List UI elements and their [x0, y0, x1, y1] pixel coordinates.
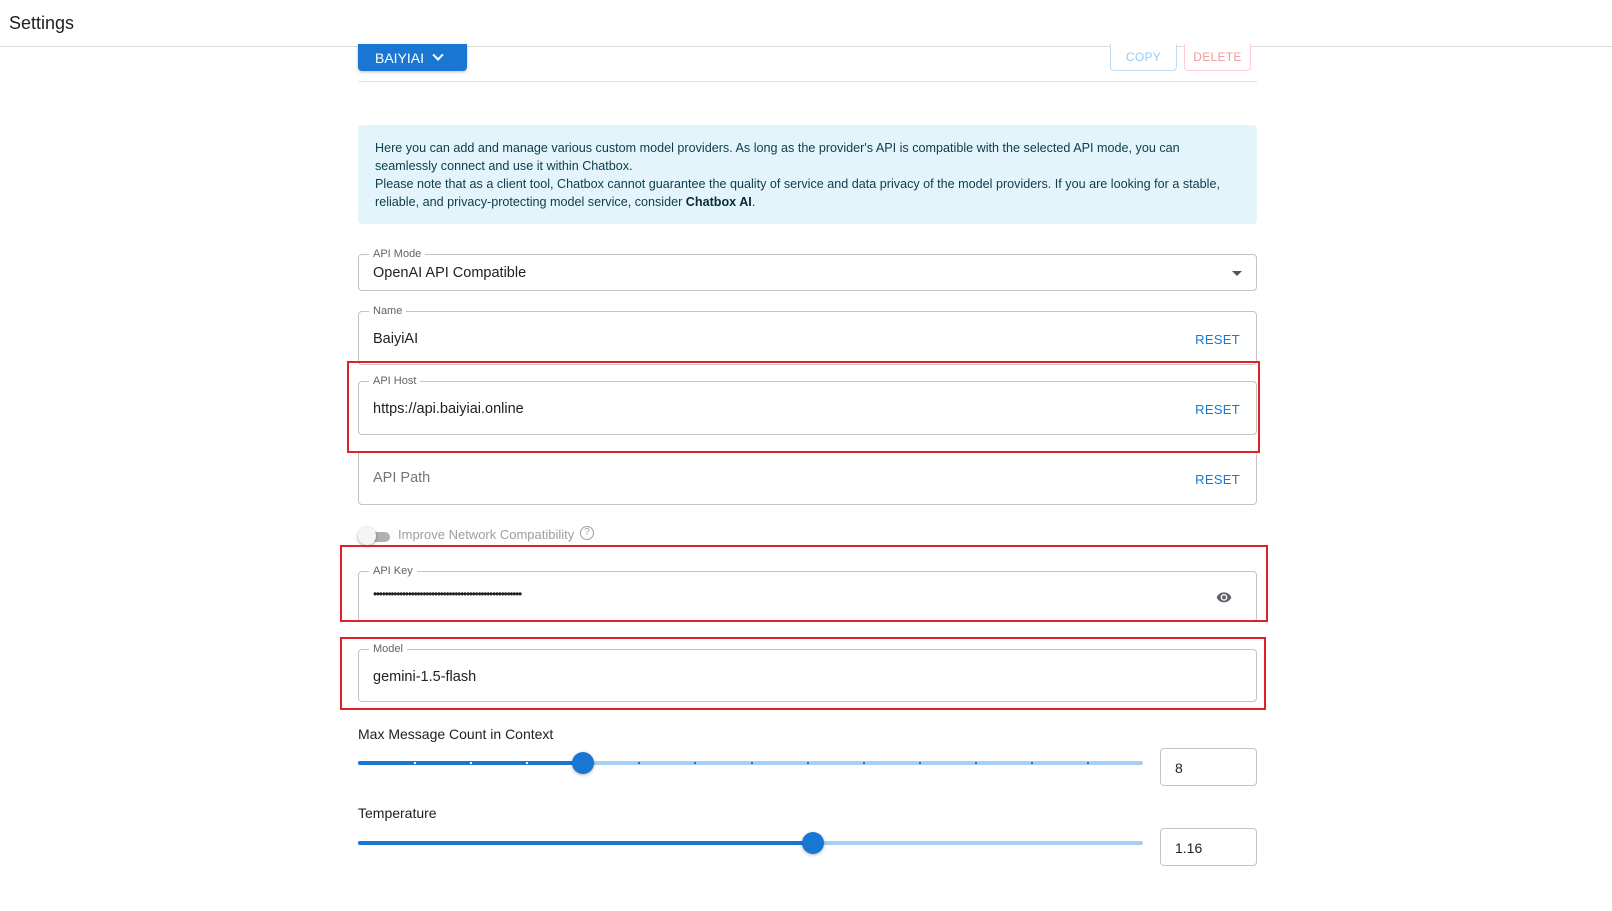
- max-message-slider[interactable]: [358, 752, 1143, 774]
- info-text-2: Please note that as a client tool, Chatb…: [375, 177, 1220, 209]
- slider-tick-mark: [414, 762, 416, 764]
- max-message-value: 8: [1175, 760, 1183, 776]
- temperature-input[interactable]: 1.16: [1160, 828, 1257, 866]
- delete-button[interactable]: DELETE: [1184, 44, 1251, 71]
- page-title: Settings: [9, 13, 75, 33]
- slider-tick-mark: [807, 762, 809, 764]
- provider-select-label: BAIYIAI: [375, 49, 425, 66]
- network-compat-label: Improve Network Compatibility: [398, 527, 575, 542]
- slider-thumb[interactable]: [572, 752, 594, 774]
- chatbox-ai-link[interactable]: Chatbox AI: [686, 195, 752, 209]
- copy-button[interactable]: COPY: [1110, 44, 1177, 71]
- api-path-placeholder: API Path: [373, 470, 431, 486]
- max-message-input[interactable]: 8: [1160, 748, 1257, 786]
- name-value: BaiyiAI: [373, 331, 419, 347]
- slider-tick-mark: [470, 762, 472, 764]
- provider-settings-panel: BAIYIAI COPY DELETE Here you can add and…: [358, 44, 1257, 911]
- temperature-value: 1.16: [1175, 840, 1203, 856]
- highlight-api-key: [340, 545, 1268, 622]
- name-reset-button[interactable]: RESET: [1195, 332, 1240, 347]
- temperature-slider[interactable]: [358, 832, 1143, 854]
- slider-tick-mark: [526, 762, 528, 764]
- slider-tick-mark: [751, 762, 753, 764]
- api-path-reset-button[interactable]: RESET: [1195, 472, 1240, 487]
- slider-tick-mark: [919, 762, 921, 764]
- api-mode-label: API Mode: [369, 247, 426, 261]
- slider-tick-mark: [694, 762, 696, 764]
- max-message-label: Max Message Count in Context: [358, 726, 554, 742]
- provider-select-button[interactable]: BAIYIAI: [358, 44, 467, 71]
- slider-tick-mark: [975, 762, 977, 764]
- slider-tick-mark: [638, 762, 640, 764]
- chevron-down-icon: [432, 49, 444, 61]
- api-mode-value: OpenAI API Compatible: [373, 265, 527, 281]
- api-path-field[interactable]: API Path RESET: [358, 451, 1257, 505]
- divider: [358, 81, 1257, 82]
- slider-thumb[interactable]: [802, 832, 824, 854]
- help-icon[interactable]: ?: [580, 526, 594, 540]
- slider-tick-mark: [1031, 762, 1033, 764]
- slider-tick-mark: [1087, 762, 1089, 764]
- app-header: Settings: [0, 0, 1612, 47]
- info-alert: Here you can add and manage various cust…: [358, 125, 1257, 224]
- slider-fill: [358, 841, 813, 845]
- name-field[interactable]: Name BaiyiAI RESET: [358, 304, 1257, 365]
- name-label: Name: [369, 304, 407, 318]
- dropdown-caret-icon: [1232, 271, 1242, 276]
- highlight-api-host: [347, 361, 1260, 453]
- info-text-1: Here you can add and manage various cust…: [375, 141, 1180, 173]
- network-compat-toggle[interactable]: [358, 527, 392, 545]
- highlight-model: [340, 637, 1266, 710]
- api-mode-select[interactable]: API Mode OpenAI API Compatible: [358, 247, 1257, 291]
- toggle-thumb: [358, 527, 376, 545]
- temperature-label: Temperature: [358, 805, 437, 821]
- slider-tick-mark: [863, 762, 865, 764]
